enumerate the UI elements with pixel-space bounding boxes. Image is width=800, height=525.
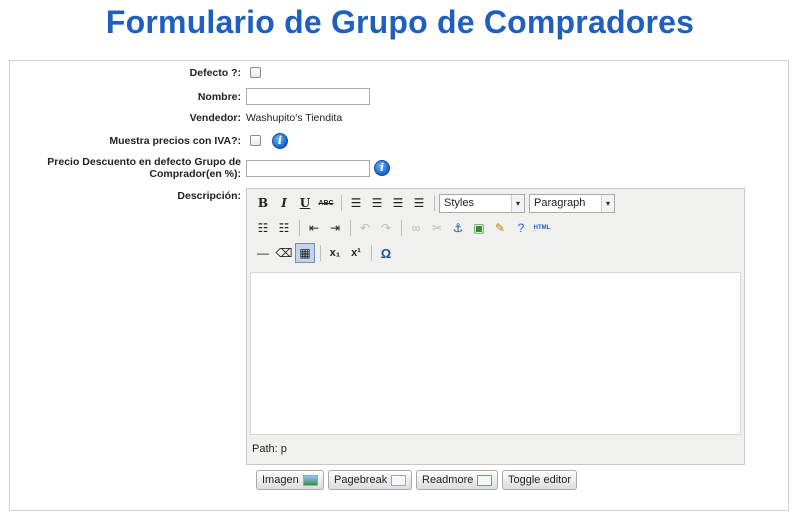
visual-aid-icon[interactable]: ▦ — [295, 243, 315, 263]
outdent-icon[interactable]: ⇤ — [304, 218, 324, 238]
align-justify-icon[interactable]: ☰ — [409, 193, 429, 213]
rich-text-editor: B I U ABC ☰ ☰ ☰ ☰ Styles ▾ Paragraph ▾ ☷… — [246, 188, 745, 465]
show-prices-vat-label: Muestra precios con IVA?: — [109, 135, 241, 147]
image-button[interactable]: Imagen — [256, 470, 324, 490]
strikethrough-button[interactable]: ABC — [316, 193, 336, 213]
italic-button[interactable]: I — [274, 193, 294, 213]
readmore-icon — [477, 474, 493, 486]
info-icon[interactable]: i — [272, 133, 288, 149]
toolbar-separator — [401, 220, 402, 236]
align-center-icon[interactable]: ☰ — [367, 193, 387, 213]
editor-content-area[interactable] — [250, 272, 741, 435]
discount-label-line2: Comprador(en %): — [149, 168, 241, 180]
toolbar-separator — [299, 220, 300, 236]
description-label: Descripción: — [177, 190, 241, 202]
pagebreak-button[interactable]: Pagebreak — [328, 470, 413, 490]
readmore-button-label: Readmore — [422, 474, 474, 486]
styles-select-value: Styles — [444, 197, 474, 209]
editor-path: Path: p — [252, 443, 287, 455]
paragraph-select[interactable]: Paragraph ▾ — [529, 193, 615, 213]
link-icon[interactable]: ∞ — [406, 218, 426, 238]
charmap-button[interactable]: Ω — [376, 243, 396, 263]
styles-select[interactable]: Styles ▾ — [439, 193, 525, 213]
undo-icon[interactable]: ↶ — [355, 218, 375, 238]
pagebreak-button-label: Pagebreak — [334, 474, 388, 486]
redo-icon[interactable]: ↷ — [376, 218, 396, 238]
name-label: Nombre: — [197, 91, 241, 103]
bold-button[interactable]: B — [253, 193, 273, 213]
toolbar-separator — [434, 195, 435, 211]
discount-input[interactable] — [246, 160, 370, 177]
pagebreak-icon — [391, 474, 407, 486]
page-title: Formulario de Grupo de Compradores — [105, 4, 695, 40]
chevron-down-icon: ▾ — [601, 194, 614, 212]
discount-label-line1: Precio Descuento en defecto Grupo de — [47, 156, 241, 168]
align-right-icon[interactable]: ☰ — [388, 193, 408, 213]
image-button-label: Imagen — [262, 474, 299, 486]
toolbar-separator — [371, 245, 372, 261]
info-icon[interactable]: i — [374, 160, 390, 176]
show-prices-vat-checkbox[interactable] — [250, 135, 261, 146]
underline-button[interactable]: U — [295, 193, 315, 213]
bullet-list-icon[interactable]: ☷ — [253, 218, 273, 238]
image-icon — [302, 474, 318, 486]
toolbar-separator — [320, 245, 321, 261]
help-icon[interactable]: ? — [511, 218, 531, 238]
align-left-icon[interactable]: ☰ — [346, 193, 366, 213]
name-input[interactable] — [246, 88, 370, 105]
paragraph-select-value: Paragraph — [534, 197, 586, 209]
vendor-value: Washupito's Tiendita — [246, 112, 343, 124]
vendor-label: Vendedor: — [189, 112, 241, 124]
horizontal-rule-icon[interactable]: — — [253, 243, 273, 263]
remove-format-icon[interactable]: ⌫ — [274, 243, 294, 263]
anchor-icon[interactable]: ⚓ — [448, 218, 468, 238]
toolbar-separator — [350, 220, 351, 236]
indent-icon[interactable]: ⇥ — [325, 218, 345, 238]
image-icon[interactable]: ▣ — [469, 218, 489, 238]
default-checkbox[interactable] — [250, 67, 261, 78]
unlink-icon[interactable]: ✂ — [427, 218, 447, 238]
toggle-editor-button[interactable]: Toggle editor — [502, 470, 577, 490]
readmore-button[interactable]: Readmore — [416, 470, 499, 490]
default-label: Defecto ?: — [189, 67, 241, 79]
superscript-button[interactable]: x¹ — [346, 243, 366, 263]
chevron-down-icon: ▾ — [511, 194, 524, 212]
numbered-list-icon[interactable]: ☷ — [274, 218, 294, 238]
toolbar-separator — [341, 195, 342, 211]
toggle-editor-button-label: Toggle editor — [508, 474, 571, 486]
html-source-button[interactable]: HTML — [532, 218, 552, 238]
cleanup-icon[interactable]: ✎ — [490, 218, 510, 238]
subscript-button[interactable]: x₁ — [325, 243, 345, 263]
